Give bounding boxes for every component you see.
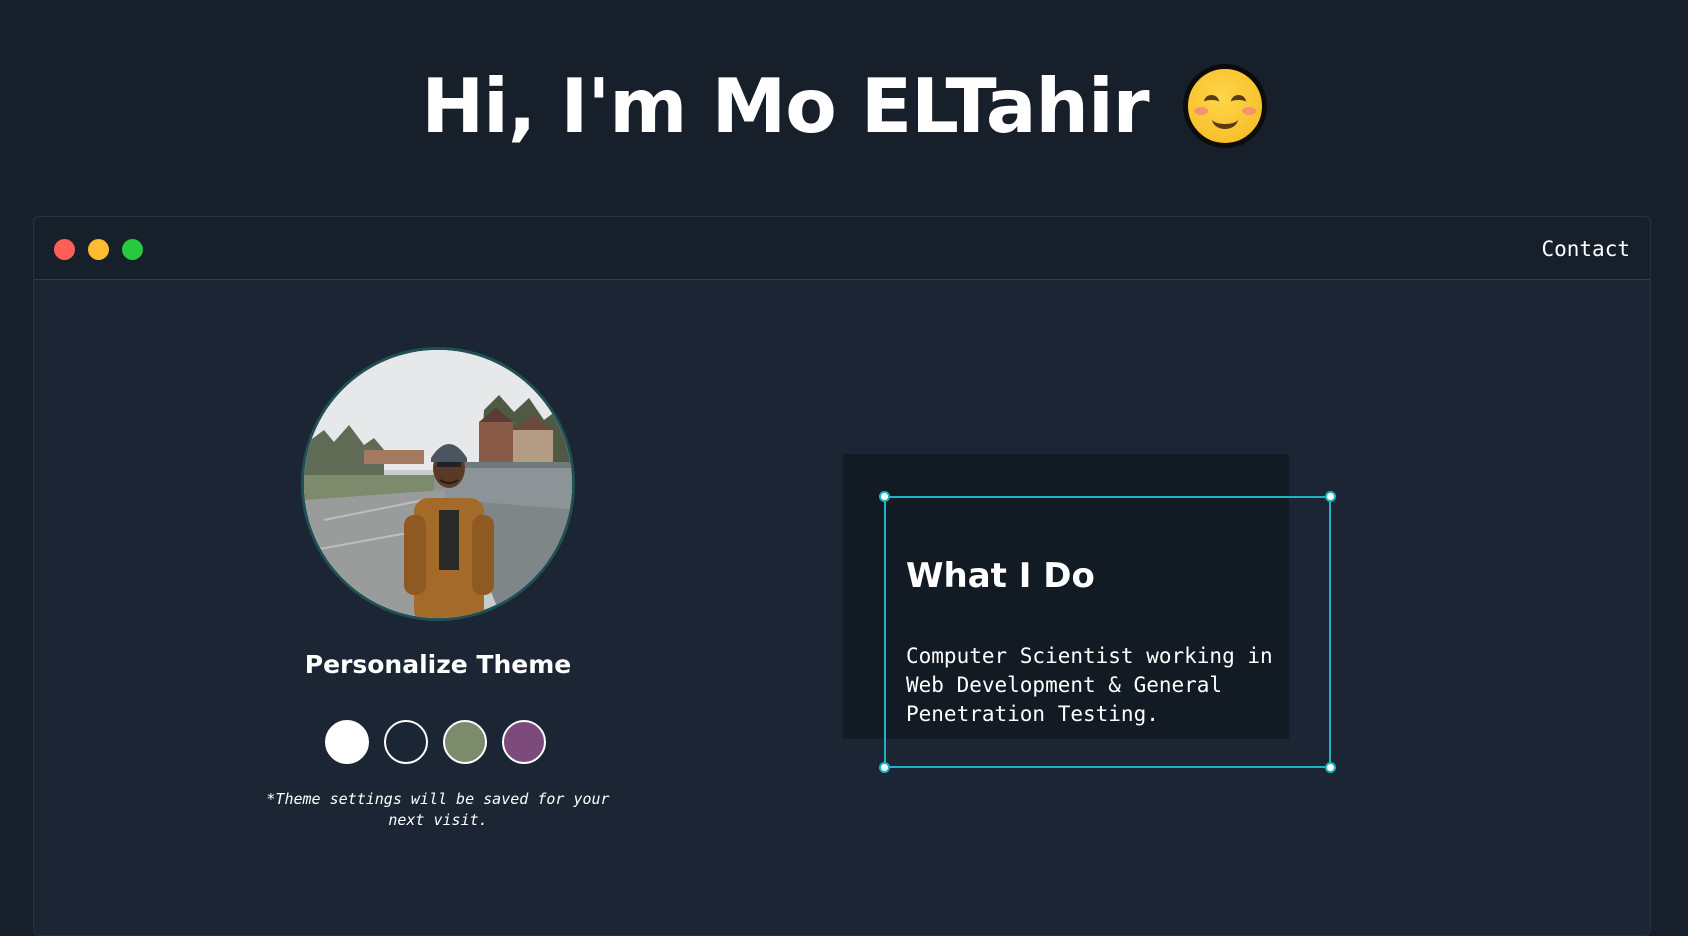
theme-swatch-white[interactable] — [325, 720, 369, 764]
emoji-right-cheek — [1241, 107, 1256, 115]
theme-swatches — [325, 720, 555, 766]
resize-handle-top-right[interactable] — [1325, 491, 1336, 502]
window-close-button[interactable] — [54, 239, 75, 260]
window-titlebar: Contact — [34, 217, 1650, 280]
profile-photo-icon — [304, 350, 572, 618]
what-i-do-description: Computer Scientist working in Web Develo… — [906, 644, 1273, 726]
smiling-face-icon — [1182, 64, 1267, 148]
resize-handle-top-left[interactable] — [879, 491, 890, 502]
emoji-left-eye — [1203, 95, 1219, 109]
emoji-left-cheek — [1193, 107, 1208, 115]
profile-avatar — [301, 347, 575, 621]
resize-handle-bottom-right[interactable] — [1325, 762, 1336, 773]
theme-swatch-purple[interactable] — [502, 720, 546, 764]
theme-section-title: Personalize Theme — [304, 650, 572, 679]
emoji-right-eye — [1230, 95, 1246, 109]
theme-swatch-green[interactable] — [443, 720, 487, 764]
what-i-do-card: What I Do Computer Scientist working in … — [879, 491, 1336, 773]
what-i-do-title: What I Do — [906, 556, 1095, 596]
contact-link[interactable]: Contact — [1541, 237, 1630, 261]
resize-handle-bottom-left[interactable] — [879, 762, 890, 773]
hero-heading: Hi, I'm Mo ELTahir — [0, 56, 1688, 156]
theme-note: *Theme settings will be saved for your n… — [266, 790, 610, 829]
browser-window: Contact Personalize Theme *Theme setting… — [33, 216, 1651, 936]
window-minimize-button[interactable] — [88, 239, 109, 260]
emoji-mouth — [1211, 109, 1238, 129]
window-maximize-button[interactable] — [122, 239, 143, 260]
hero-title: Hi, I'm Mo ELTahir — [421, 61, 1149, 150]
theme-swatch-dark[interactable] — [384, 720, 428, 764]
